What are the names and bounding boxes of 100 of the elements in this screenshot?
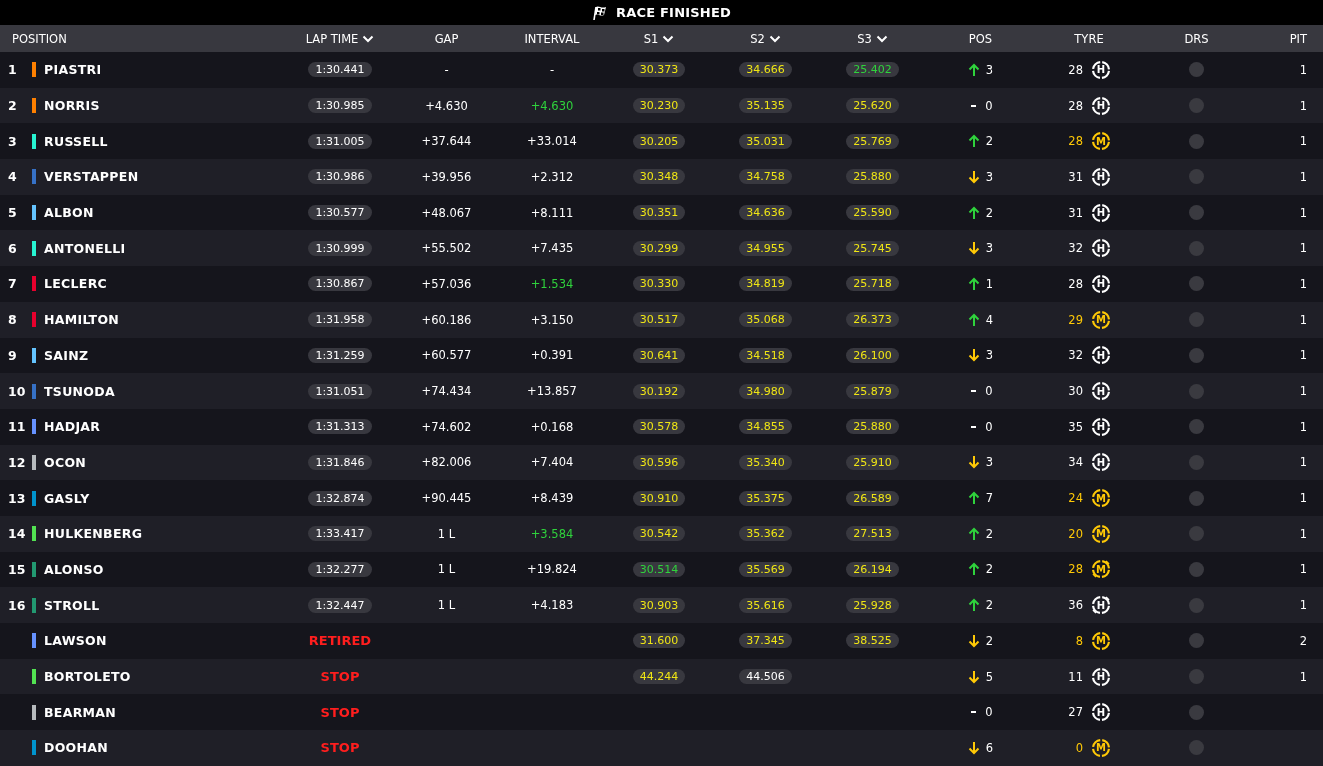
position-change: 3 — [985, 169, 994, 184]
tyre-compound-icon: H — [1091, 666, 1111, 687]
driver-name: NORRIS — [44, 98, 100, 114]
sector-time: 30.641 — [632, 347, 686, 363]
gap-value: 1 L — [437, 598, 456, 613]
tyre-compound-icon: H — [1091, 273, 1111, 294]
sector-time: 34.855 — [739, 419, 792, 435]
pit-stop-count: 1 — [1299, 205, 1307, 220]
sector-time: 26.100 — [846, 347, 899, 363]
position-number: 16 — [8, 597, 27, 613]
sector-time: 37.345 — [739, 633, 792, 649]
sector-time: 30.517 — [632, 312, 686, 328]
tyre-laps: 8 — [1074, 633, 1083, 648]
pit-stop-count: 1 — [1299, 598, 1307, 613]
tyre-compound-icon: H — [1091, 381, 1111, 402]
pit-stop-count: 1 — [1299, 348, 1307, 363]
tyre-compound-icon: H — [1091, 345, 1111, 366]
driver-name: BORTOLETO — [44, 669, 131, 685]
gap-value: +90.445 — [421, 491, 472, 506]
tyre-laps: 32 — [1067, 241, 1083, 256]
tyre-laps: 28 — [1067, 134, 1083, 149]
retirement-status: STOP — [320, 740, 360, 756]
sort-header[interactable]: S3 — [857, 31, 872, 46]
tyre-laps: 30 — [1067, 384, 1083, 399]
interval-value: +3.584 — [530, 526, 574, 541]
tyre-laps: 0 — [1074, 740, 1083, 755]
gap-value: +57.036 — [421, 276, 472, 291]
driver-name: LAWSON — [44, 633, 107, 649]
pit-stop-count: 1 — [1299, 169, 1307, 184]
sector-time: 30.542 — [632, 526, 686, 542]
position-number: 13 — [8, 490, 27, 506]
lap-time: 1:32.874 — [308, 490, 372, 506]
position-number: 9 — [8, 347, 18, 363]
chevron-down-icon[interactable] — [875, 34, 888, 43]
tyre-laps: 11 — [1067, 669, 1083, 684]
interval-value: +7.404 — [530, 455, 574, 470]
column-header: GAP — [434, 31, 459, 46]
lap-time: 1:31.846 — [308, 454, 372, 470]
sector-time: 35.031 — [739, 133, 792, 149]
checkered-flag-icon — [592, 4, 608, 21]
retirement-status: STOP — [320, 704, 360, 720]
chevron-down-icon[interactable] — [662, 34, 675, 43]
lap-time: 1:30.867 — [308, 276, 372, 292]
interval-value: +4.630 — [530, 98, 574, 113]
interval-value: +33.014 — [527, 134, 577, 149]
lap-time: 1:33.417 — [308, 526, 372, 542]
driver-name: ALBON — [44, 205, 94, 221]
sector-time: 34.980 — [739, 383, 792, 399]
sector-time: 30.230 — [632, 98, 686, 114]
sector-time: 30.910 — [632, 490, 686, 506]
position-change: 6 — [985, 740, 994, 755]
position-change: 0 — [985, 705, 993, 720]
interval-value: +19.824 — [527, 562, 577, 577]
gap-value: +55.502 — [421, 241, 472, 256]
position-change: 2 — [985, 526, 994, 541]
pit-stop-count: 1 — [1299, 526, 1307, 541]
sector-time: 26.589 — [846, 490, 899, 506]
sector-time: 30.205 — [632, 133, 686, 149]
driver-name: TSUNODA — [44, 383, 115, 399]
pit-stop-count: 1 — [1299, 241, 1307, 256]
position-change: 1 — [985, 276, 994, 291]
position-number: 4 — [8, 169, 18, 185]
column-header: POSITION — [12, 31, 67, 46]
sector-time: 25.769 — [846, 133, 899, 149]
tyre-compound-icon: H — [1091, 166, 1111, 187]
driver-name: ANTONELLI — [44, 240, 126, 256]
tyre-laps: 31 — [1067, 169, 1083, 184]
chevron-down-icon[interactable] — [768, 34, 781, 43]
lap-time: 1:32.447 — [308, 597, 372, 613]
interval-value: +4.183 — [530, 598, 574, 613]
sector-time: 38.525 — [846, 633, 899, 649]
sector-time: 34.518 — [739, 347, 792, 363]
chevron-down-icon[interactable] — [362, 34, 375, 43]
sort-header[interactable]: S2 — [750, 31, 765, 46]
driver-name: BEARMAN — [44, 704, 117, 720]
sector-time: 26.373 — [846, 312, 899, 328]
driver-name: PIASTRI — [44, 62, 102, 78]
retirement-status: STOP — [320, 669, 360, 685]
lap-time: 1:31.005 — [308, 133, 372, 149]
sort-header[interactable]: LAP TIME — [305, 31, 359, 46]
tyre-laps: 28 — [1067, 98, 1083, 113]
tyre-compound-icon: H — [1091, 238, 1111, 259]
sort-header[interactable]: S1 — [643, 31, 659, 46]
position-number: 15 — [8, 561, 27, 577]
gap-value: +39.956 — [421, 169, 472, 184]
position-number: 8 — [8, 312, 18, 328]
gap-value: 1 L — [437, 526, 456, 541]
driver-name: VERSTAPPEN — [44, 169, 139, 185]
tyre-compound-icon: H — [1091, 202, 1111, 223]
sector-time: 30.330 — [632, 276, 686, 292]
lap-time: 1:30.999 — [308, 240, 372, 256]
tyre-laps: 34 — [1067, 455, 1083, 470]
tyre-compound-icon: M — [1091, 488, 1111, 509]
position-number: 5 — [8, 205, 18, 221]
position-number: 11 — [8, 419, 27, 435]
gap-value: +74.602 — [421, 419, 472, 434]
position-number: 6 — [8, 240, 18, 256]
sector-time: 30.578 — [632, 419, 686, 435]
sector-time: 34.666 — [739, 62, 792, 78]
tyre-compound-icon: M — [1091, 737, 1111, 758]
